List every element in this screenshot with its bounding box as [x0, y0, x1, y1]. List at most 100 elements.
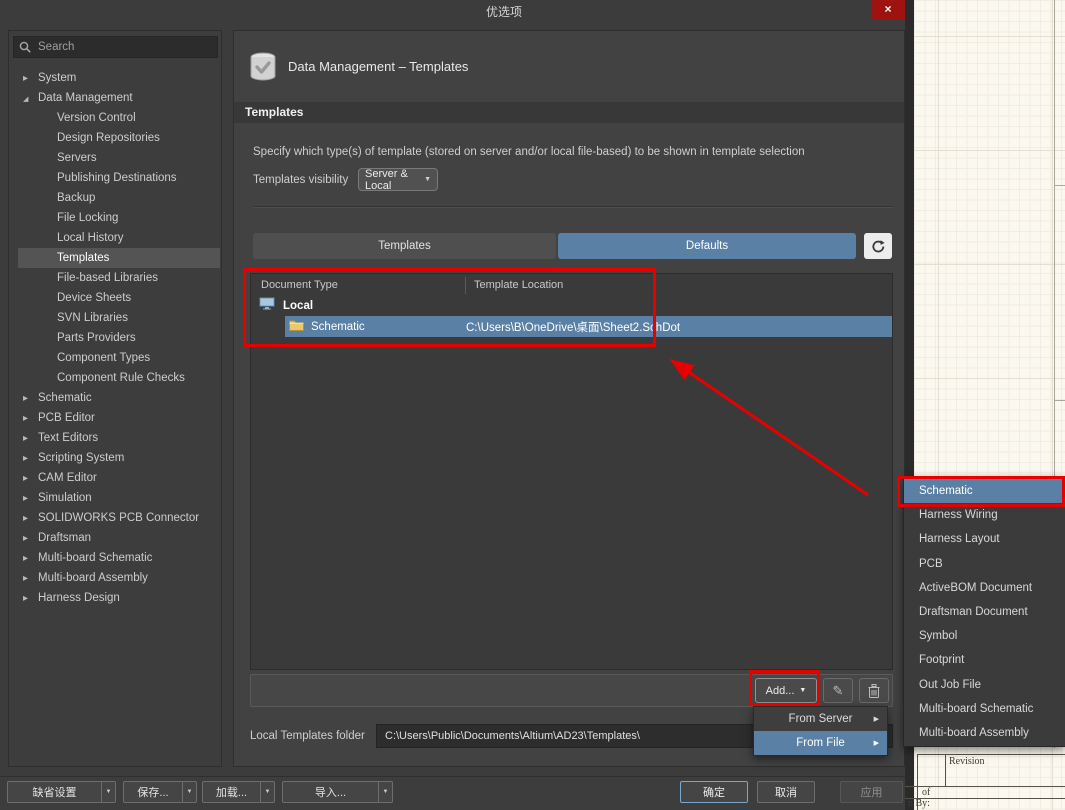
dialog-titlebar[interactable]: 优选项 ×	[0, 0, 905, 20]
submenu-item-harness-layout[interactable]: Harness Layout	[904, 527, 1065, 551]
sheet-zone-tick	[1054, 400, 1065, 401]
chevron-down-icon: ▼	[799, 687, 806, 694]
column-header-template-location[interactable]: Template Location	[465, 277, 563, 294]
save-button[interactable]: 保存... ▼	[123, 781, 197, 803]
sidebar-item-data-management[interactable]: Data Management	[18, 88, 220, 108]
sidebar-item-system[interactable]: System	[18, 68, 220, 88]
submenu-item-out-job-file[interactable]: Out Job File	[904, 673, 1065, 697]
templates-visibility-dropdown[interactable]: Server & Local ▼	[358, 168, 438, 191]
sidebar-item-simulation[interactable]: Simulation	[18, 488, 220, 508]
titleblock-line	[945, 754, 946, 787]
chevron-right-icon: ▶	[874, 739, 879, 747]
column-header-document-type[interactable]: Document Type	[261, 277, 338, 294]
sidebar-item-text-editors[interactable]: Text Editors	[18, 428, 220, 448]
tab-defaults[interactable]: Defaults	[558, 233, 856, 259]
sidebar-item-draftsman[interactable]: Draftsman	[18, 528, 220, 548]
delete-button[interactable]	[859, 678, 889, 703]
sidebar-item-parts-providers[interactable]: Parts Providers	[18, 328, 220, 348]
add-button[interactable]: Add... ▼	[755, 678, 817, 703]
chevron-right-icon	[23, 572, 38, 584]
chevron-right-icon: ▶	[874, 715, 879, 723]
sidebar-item-device-sheets[interactable]: Device Sheets	[18, 288, 220, 308]
sidebar-item-file-based-libraries[interactable]: File-based Libraries	[18, 268, 220, 288]
titleblock-revision-label: Revision	[949, 756, 985, 767]
sidebar-item-component-types[interactable]: Component Types	[18, 348, 220, 368]
chevron-right-icon	[23, 452, 38, 464]
sidebar-item-publishing-destinations[interactable]: Publishing Destinations	[18, 168, 220, 188]
titleblock-drawnby-label: n By:	[908, 798, 930, 809]
templates-visibility-label: Templates visibility	[253, 174, 348, 186]
refresh-icon	[871, 239, 886, 254]
titleblock-of-label: of	[922, 787, 930, 798]
sidebar-item-cam-editor[interactable]: CAM Editor	[18, 468, 220, 488]
submenu-item-multi-board-assembly[interactable]: Multi-board Assembly	[904, 721, 1065, 745]
screenshot-root: Revision of n By: 优选项 × System Data Mana…	[0, 0, 1065, 810]
edit-button[interactable]: ✎	[823, 678, 853, 703]
submenu-item-harness-wiring[interactable]: Harness Wiring	[904, 503, 1065, 527]
defaults-settings-button[interactable]: 缺省设置 ▼	[7, 781, 116, 803]
row-document-type: Schematic	[311, 321, 466, 333]
templates-section-header: Templates	[234, 102, 904, 123]
submenu-item-draftsman-document[interactable]: Draftsman Document	[904, 600, 1065, 624]
local-templates-folder-label: Local Templates folder	[250, 730, 365, 742]
pencil-icon: ✎	[833, 683, 844, 699]
sidebar-item-version-control[interactable]: Version Control	[18, 108, 220, 128]
chevron-down-icon[interactable]: ▼	[378, 782, 392, 802]
chevron-right-icon	[23, 392, 38, 404]
load-button[interactable]: 加载... ▼	[202, 781, 275, 803]
sidebar-item-component-rule-checks[interactable]: Component Rule Checks	[18, 368, 220, 388]
templates-table: Document Type Template Location Local Sc…	[250, 273, 893, 670]
preferences-dialog: 优选项 × System Data Management Version Con…	[0, 0, 905, 810]
submenu-item-footprint[interactable]: Footprint	[904, 648, 1065, 672]
group-label: Local	[283, 300, 313, 312]
sidebar-item-schematic[interactable]: Schematic	[18, 388, 220, 408]
sidebar-item-pcb-editor[interactable]: PCB Editor	[18, 408, 220, 428]
tab-templates[interactable]: Templates	[253, 233, 556, 259]
titleblock-line	[917, 754, 1065, 755]
monitor-icon	[259, 297, 275, 315]
sidebar-item-solidworks-pcb-connector[interactable]: SOLIDWORKS PCB Connector	[18, 508, 220, 528]
preferences-sidebar: System Data Management Version Control D…	[8, 30, 222, 767]
chevron-expanded-icon	[23, 92, 38, 104]
sidebar-item-servers[interactable]: Servers	[18, 148, 220, 168]
chevron-down-icon[interactable]: ▼	[101, 782, 115, 802]
search-input[interactable]	[36, 40, 212, 54]
page-title: Data Management – Templates	[288, 59, 468, 74]
chevron-right-icon	[23, 412, 38, 424]
cancel-button[interactable]: 取消	[757, 781, 815, 803]
chevron-right-icon	[23, 592, 38, 604]
sidebar-item-harness-design[interactable]: Harness Design	[18, 588, 220, 608]
sidebar-item-backup[interactable]: Backup	[18, 188, 220, 208]
sidebar-item-file-locking[interactable]: File Locking	[18, 208, 220, 228]
chevron-down-icon: ▼	[424, 176, 431, 183]
submenu-item-multi-board-schematic[interactable]: Multi-board Schematic	[904, 697, 1065, 721]
chevron-down-icon[interactable]: ▼	[260, 782, 274, 802]
menu-item-from-server[interactable]: From Server ▶	[754, 707, 887, 731]
menu-item-from-file[interactable]: From File ▶	[754, 731, 887, 755]
chevron-right-icon	[23, 552, 38, 564]
sidebar-item-multi-board-schematic[interactable]: Multi-board Schematic	[18, 548, 220, 568]
submenu-item-schematic[interactable]: Schematic	[904, 479, 1065, 503]
chevron-right-icon	[23, 432, 38, 444]
ok-button[interactable]: 确定	[680, 781, 748, 803]
refresh-button[interactable]	[864, 233, 892, 259]
submenu-item-pcb[interactable]: PCB	[904, 552, 1065, 576]
sidebar-item-design-repositories[interactable]: Design Repositories	[18, 128, 220, 148]
table-group-row-local[interactable]: Local	[251, 296, 892, 316]
sidebar-item-local-history[interactable]: Local History	[18, 228, 220, 248]
sidebar-item-svn-libraries[interactable]: SVN Libraries	[18, 308, 220, 328]
sidebar-item-multi-board-assembly[interactable]: Multi-board Assembly	[18, 568, 220, 588]
import-button[interactable]: 导入... ▼	[282, 781, 393, 803]
sidebar-item-templates[interactable]: Templates	[18, 248, 220, 268]
chevron-down-icon[interactable]: ▼	[182, 782, 196, 802]
table-row-schematic[interactable]: Schematic C:\Users\B\OneDrive\桌面\Sheet2.…	[285, 316, 892, 337]
row-template-location: C:\Users\B\OneDrive\桌面\Sheet2.SchDot	[466, 319, 680, 335]
section-divider	[253, 206, 893, 208]
sidebar-item-scripting-system[interactable]: Scripting System	[18, 448, 220, 468]
close-button[interactable]: ×	[871, 0, 905, 19]
submenu-item-symbol[interactable]: Symbol	[904, 624, 1065, 648]
submenu-item-activebom-document[interactable]: ActiveBOM Document	[904, 576, 1065, 600]
chevron-right-icon	[23, 472, 38, 484]
search-box[interactable]	[13, 36, 218, 58]
add-dropdown-menu: From Server ▶ From File ▶	[753, 706, 888, 756]
